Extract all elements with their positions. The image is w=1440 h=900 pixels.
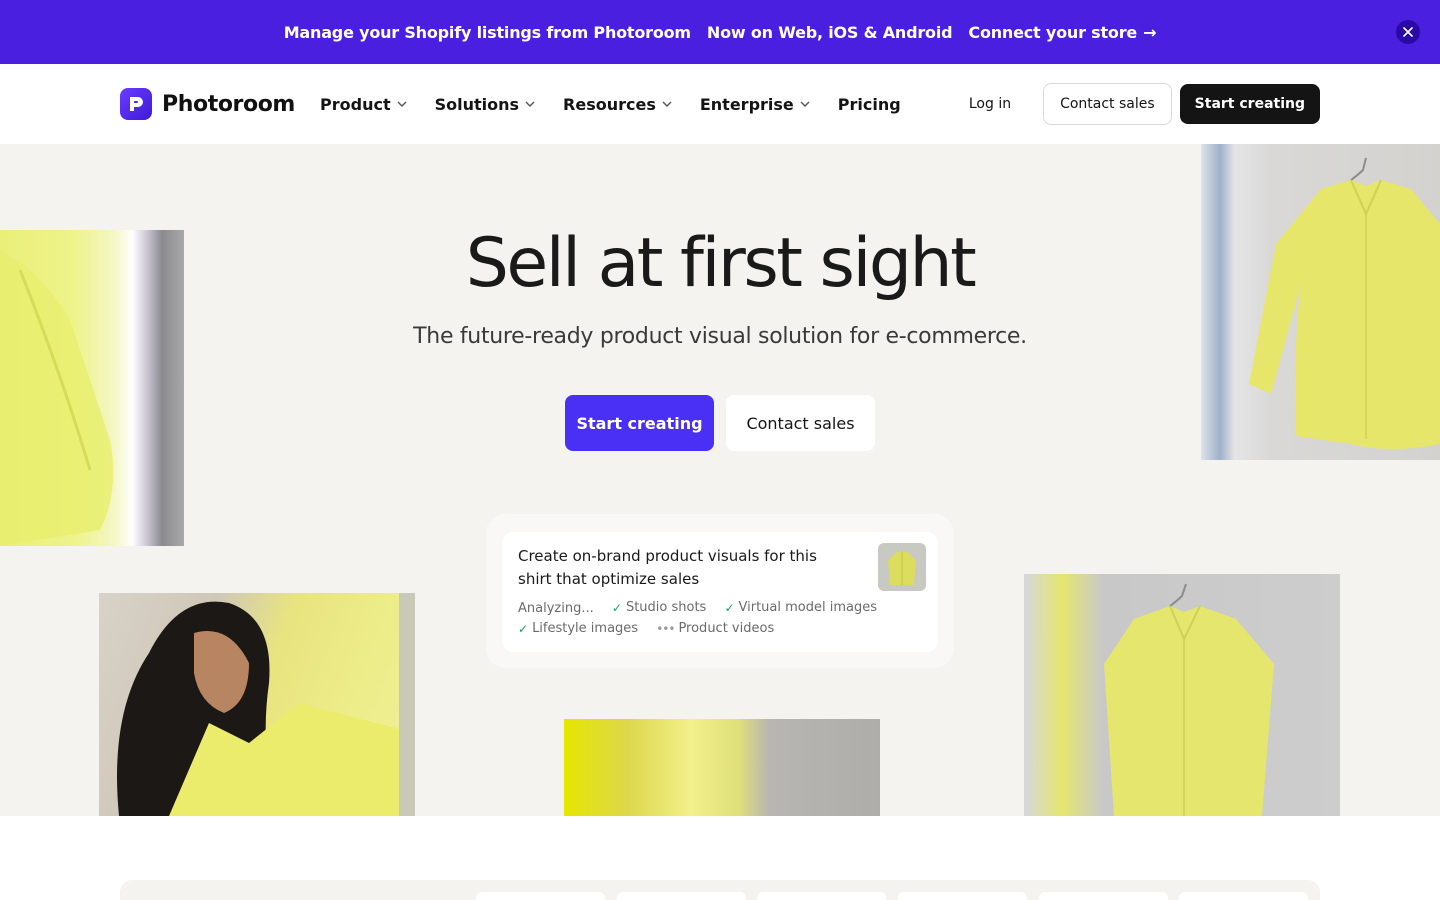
model-yellow-shirt-image <box>99 593 415 816</box>
login-link[interactable]: Log in <box>945 96 1035 112</box>
chevron-down-icon <box>662 101 672 107</box>
tag-label: Studio shots <box>625 600 707 615</box>
brand-logo[interactable]: Photoroom <box>120 88 295 120</box>
generation-progress: Analyzing... ✓ Studio shots ✓ Virtual mode… <box>518 598 878 640</box>
shirt-thumbnail <box>878 543 926 591</box>
tag-product-videos: ••• Product videos <box>656 619 774 639</box>
tag-studio-shots: ✓ Studio shots <box>612 598 706 618</box>
arrow-right-icon: → <box>1143 22 1157 42</box>
chevron-down-icon <box>525 101 535 107</box>
banner-text-shopify: Manage your Shopify listings from Photor… <box>283 22 691 42</box>
chevron-down-icon <box>800 101 810 107</box>
status-analyzing: Analyzing... <box>518 601 594 616</box>
promo-banner: Manage your Shopify listings from Photor… <box>0 0 1440 64</box>
tag-label: Lifestyle images <box>532 621 639 636</box>
tag-virtual-model: ✓ Virtual model images <box>724 598 877 618</box>
check-icon: ✓ <box>611 601 622 615</box>
loading-dots-icon: ••• <box>656 622 675 636</box>
hero-contact-sales-button[interactable]: Contact sales <box>726 395 875 451</box>
nav-item-label: Resources <box>563 94 656 114</box>
nav-menu: Product Solutions Resources Enterprise P… <box>320 92 901 116</box>
logo-tile <box>476 892 605 900</box>
hero-start-creating-button[interactable]: Start creating <box>565 395 714 451</box>
hero-section: Sell at first sight The future-ready pro… <box>0 144 1440 816</box>
connect-store-label: Connect your store <box>968 22 1138 42</box>
logo-tile <box>898 892 1027 900</box>
prompt-card: Create on-brand product visuals for this… <box>502 532 938 652</box>
banner-close-button[interactable] <box>1396 20 1420 44</box>
nav-item-label: Enterprise <box>699 94 794 114</box>
nav-actions: Log in Contact sales Start creating <box>945 83 1320 125</box>
logo-strip <box>120 880 1320 900</box>
logo-tile <box>617 892 746 900</box>
nav-item-label: Solutions <box>434 94 520 114</box>
yellow-shirt-closeup-image <box>564 719 880 816</box>
close-icon <box>1403 27 1413 37</box>
prompt-text: Create on-brand product visuals for this… <box>518 547 817 588</box>
chevron-down-icon <box>397 101 407 107</box>
check-icon: ✓ <box>518 622 529 636</box>
hero-subtitle: The future-ready product visual solution… <box>413 324 1027 349</box>
banner-text-platforms: Now on Web, iOS & Android <box>706 22 953 42</box>
tag-lifestyle: ✓ Lifestyle images <box>518 619 638 639</box>
main-nav: Photoroom Product Solutions Resources En… <box>0 64 1440 144</box>
logo-tile <box>757 892 886 900</box>
logo-tile <box>1179 892 1308 900</box>
nav-item-label: Product <box>320 94 391 114</box>
tag-label: Virtual model images <box>738 600 878 615</box>
nav-item-solutions[interactable]: Solutions <box>435 92 535 116</box>
hero-title: Sell at first sight <box>465 224 977 303</box>
brand-name: Photoroom <box>162 91 295 117</box>
start-creating-button[interactable]: Start creating <box>1179 84 1320 124</box>
photoroom-logo-icon <box>120 88 152 120</box>
nav-item-product[interactable]: Product <box>320 92 407 116</box>
connect-store-link[interactable]: Connect your store → <box>968 23 1156 42</box>
hero-cta-group: Start creating Contact sales <box>565 395 875 451</box>
contact-sales-button[interactable]: Contact sales <box>1043 83 1172 125</box>
nav-item-pricing[interactable]: Pricing <box>838 92 901 116</box>
logo-tile <box>1039 892 1168 900</box>
nav-item-resources[interactable]: Resources <box>563 92 672 116</box>
nav-item-label: Pricing <box>837 94 901 114</box>
yellow-shirt-wall-image <box>1024 574 1340 816</box>
nav-item-enterprise[interactable]: Enterprise <box>700 92 810 116</box>
tag-label: Product videos <box>678 621 775 636</box>
check-icon: ✓ <box>724 601 735 615</box>
